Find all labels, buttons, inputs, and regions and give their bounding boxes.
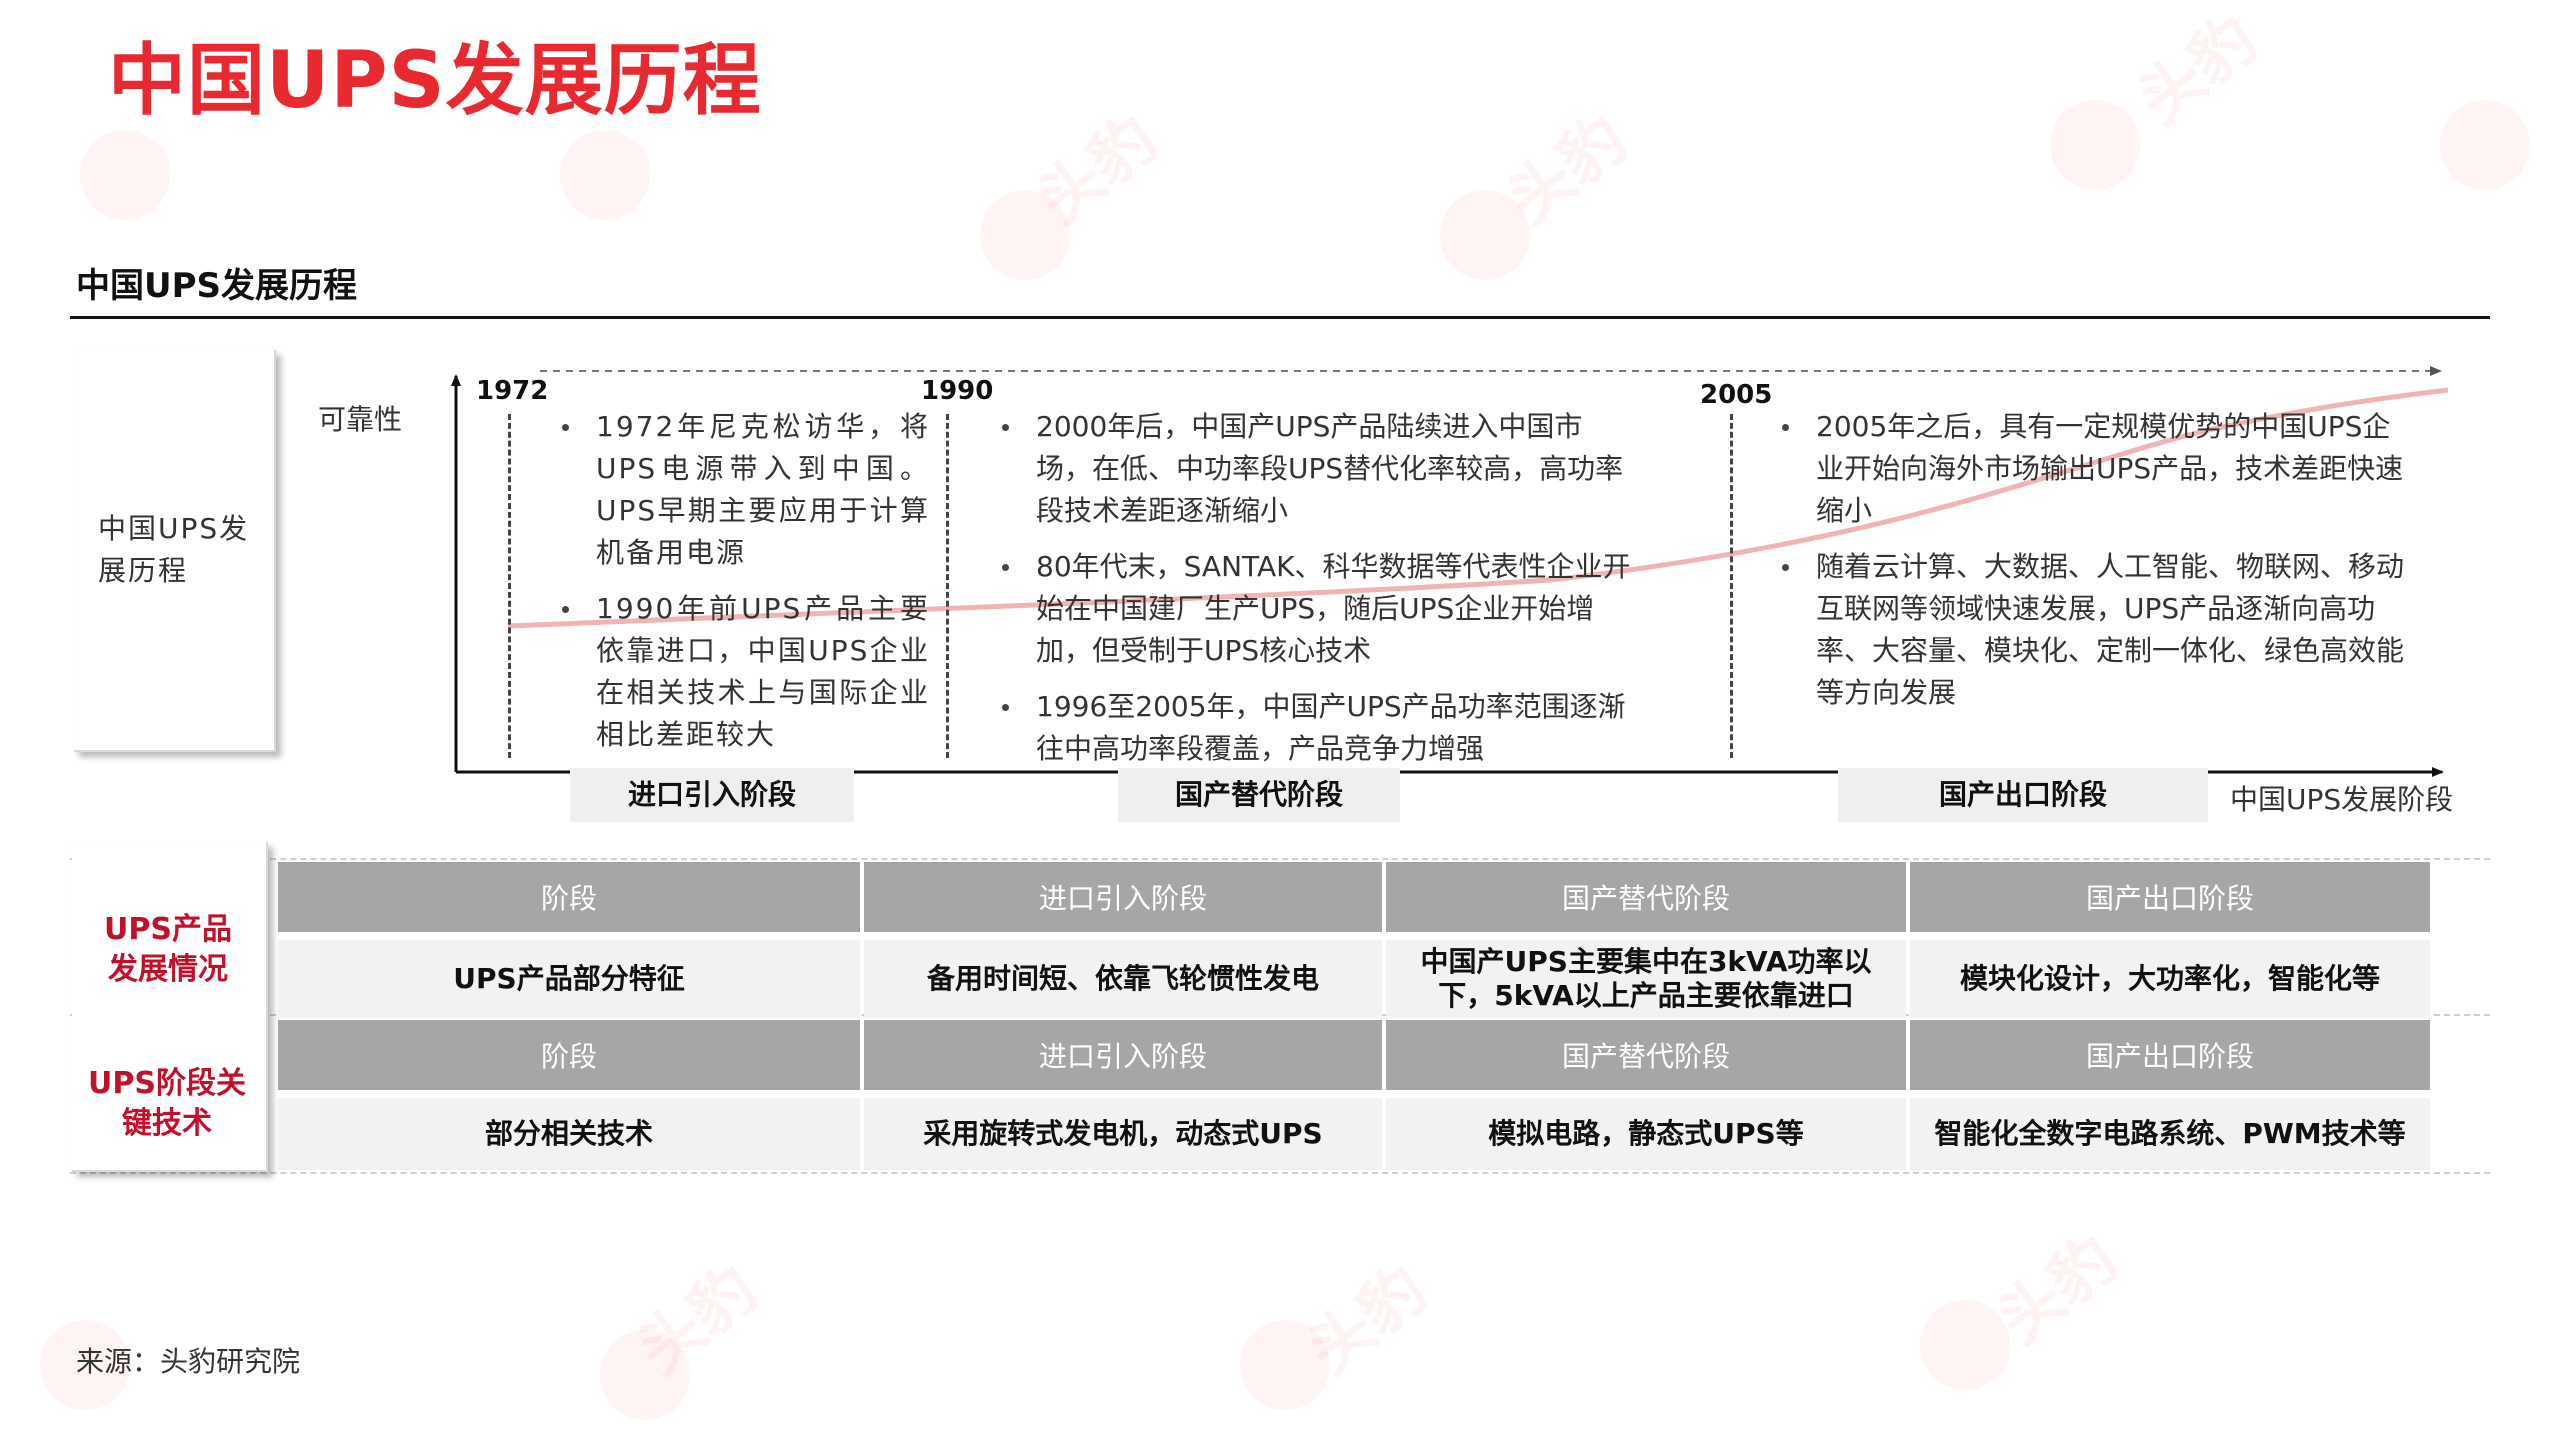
bullet-text: 1996至2005年，中国产UPS产品功率范围逐渐往中高功率段覆盖，产品竞争力增… <box>1036 690 1626 765</box>
year-label-1990: 1990 <box>921 376 994 406</box>
table-cell: 备用时间短、依靠飞轮惯性发电 <box>864 940 1382 1018</box>
bullet-text: 随着云计算、大数据、人工智能、物联网、移动互联网等领域快速发展，UPS产品逐渐向… <box>1816 550 2405 709</box>
table-header-cell: 国产替代阶段 <box>1386 862 1906 932</box>
bullet-dot-icon <box>1002 424 1009 431</box>
list-item: 1972年尼克松访华，将UPS电源带入到中国。UPS早期主要应用于计算机备用电源 <box>558 406 930 574</box>
bullet-dot-icon <box>562 424 569 431</box>
table-cell: UPS产品部分特征 <box>278 940 860 1018</box>
stage-label-substitution: 国产替代阶段 <box>1118 768 1400 822</box>
bullet-text: 2005年之后，具有一定规模优势的中国UPS企业开始向海外市场输出UPS产品，技… <box>1816 410 2404 527</box>
timeline-column-1: 1972年尼克松访华，将UPS电源带入到中国。UPS早期主要应用于计算机备用电源… <box>558 406 930 770</box>
divider-1990 <box>946 414 949 758</box>
x-axis-label: 中国UPS发展阶段 <box>2230 783 2454 816</box>
source-note: 来源：头豹研究院 <box>76 1345 301 1378</box>
stage-label-import: 进口引入阶段 <box>570 768 854 822</box>
table-header-cell: 阶段 <box>278 862 860 932</box>
row-divider <box>70 1172 2490 1174</box>
year-label-1972: 1972 <box>476 376 549 406</box>
timeline-column-2: 2000年后，中国产UPS产品陆续进入中国市场，在低、中功率段UPS替代化率较高… <box>998 406 1638 784</box>
stage-label-export: 国产出口阶段 <box>1838 768 2208 822</box>
bullet-dot-icon <box>562 606 569 613</box>
table-cell: 智能化全数字电路系统、PWM技术等 <box>1910 1098 2430 1170</box>
bullet-dot-icon <box>1002 564 1009 571</box>
bullet-dot-icon <box>1782 424 1789 431</box>
bullet-text: 1990年前UPS产品主要依靠进口，中国UPS企业在相关技术上与国际企业相比差距… <box>596 592 930 751</box>
table-header-cell: 国产出口阶段 <box>1910 862 2430 932</box>
row-divider <box>70 858 2490 860</box>
table-cell: 模块化设计，大功率化，智能化等 <box>1910 940 2430 1018</box>
list-item: 80年代末，SANTAK、科华数据等代表性企业开始在中国建厂生产UPS，随后UP… <box>998 546 1638 672</box>
row-label-product: UPS产品发展情况 <box>104 912 232 987</box>
table-header-cell: 国产替代阶段 <box>1386 1020 1906 1090</box>
table-cell: 部分相关技术 <box>278 1098 860 1170</box>
table-cell: 模拟电路，静态式UPS等 <box>1386 1098 1906 1170</box>
table-header-cell: 进口引入阶段 <box>864 1020 1382 1090</box>
divider-2005 <box>1730 414 1733 758</box>
table-header-cell: 国产出口阶段 <box>1910 1020 2430 1090</box>
table-header-cell: 进口引入阶段 <box>864 862 1382 932</box>
bullet-text: 2000年后，中国产UPS产品陆续进入中国市场，在低、中功率段UPS替代化率较高… <box>1036 410 1624 527</box>
table-header-cell: 阶段 <box>278 1020 860 1090</box>
table-cell: 采用旋转式发电机，动态式UPS <box>864 1098 1382 1170</box>
row-label-technology: UPS阶段关键技术 <box>88 1066 246 1141</box>
bullet-dot-icon <box>1782 564 1789 571</box>
divider-1972 <box>508 414 511 758</box>
bullet-text: 80年代末，SANTAK、科华数据等代表性企业开始在中国建厂生产UPS，随后UP… <box>1036 550 1631 667</box>
bullet-dot-icon <box>1002 704 1009 711</box>
list-item: 2000年后，中国产UPS产品陆续进入中国市场，在低、中功率段UPS替代化率较高… <box>998 406 1638 532</box>
list-item: 2005年之后，具有一定规模优势的中国UPS企业开始向海外市场输出UPS产品，技… <box>1778 406 2408 532</box>
bullet-text: 1972年尼克松访华，将UPS电源带入到中国。UPS早期主要应用于计算机备用电源 <box>596 410 930 569</box>
year-label-2005: 2005 <box>1700 380 1773 410</box>
list-item: 1990年前UPS产品主要依靠进口，中国UPS企业在相关技术上与国际企业相比差距… <box>558 588 930 756</box>
list-item: 1996至2005年，中国产UPS产品功率范围逐渐往中高功率段覆盖，产品竞争力增… <box>998 686 1638 770</box>
timeline-column-3: 2005年之后，具有一定规模优势的中国UPS企业开始向海外市场输出UPS产品，技… <box>1778 406 2408 728</box>
table-cell: 中国产UPS主要集中在3kVA功率以下，5kVA以上产品主要依靠进口 <box>1386 940 1906 1018</box>
list-item: 随着云计算、大数据、人工智能、物联网、移动互联网等领域快速发展，UPS产品逐渐向… <box>1778 546 2408 714</box>
